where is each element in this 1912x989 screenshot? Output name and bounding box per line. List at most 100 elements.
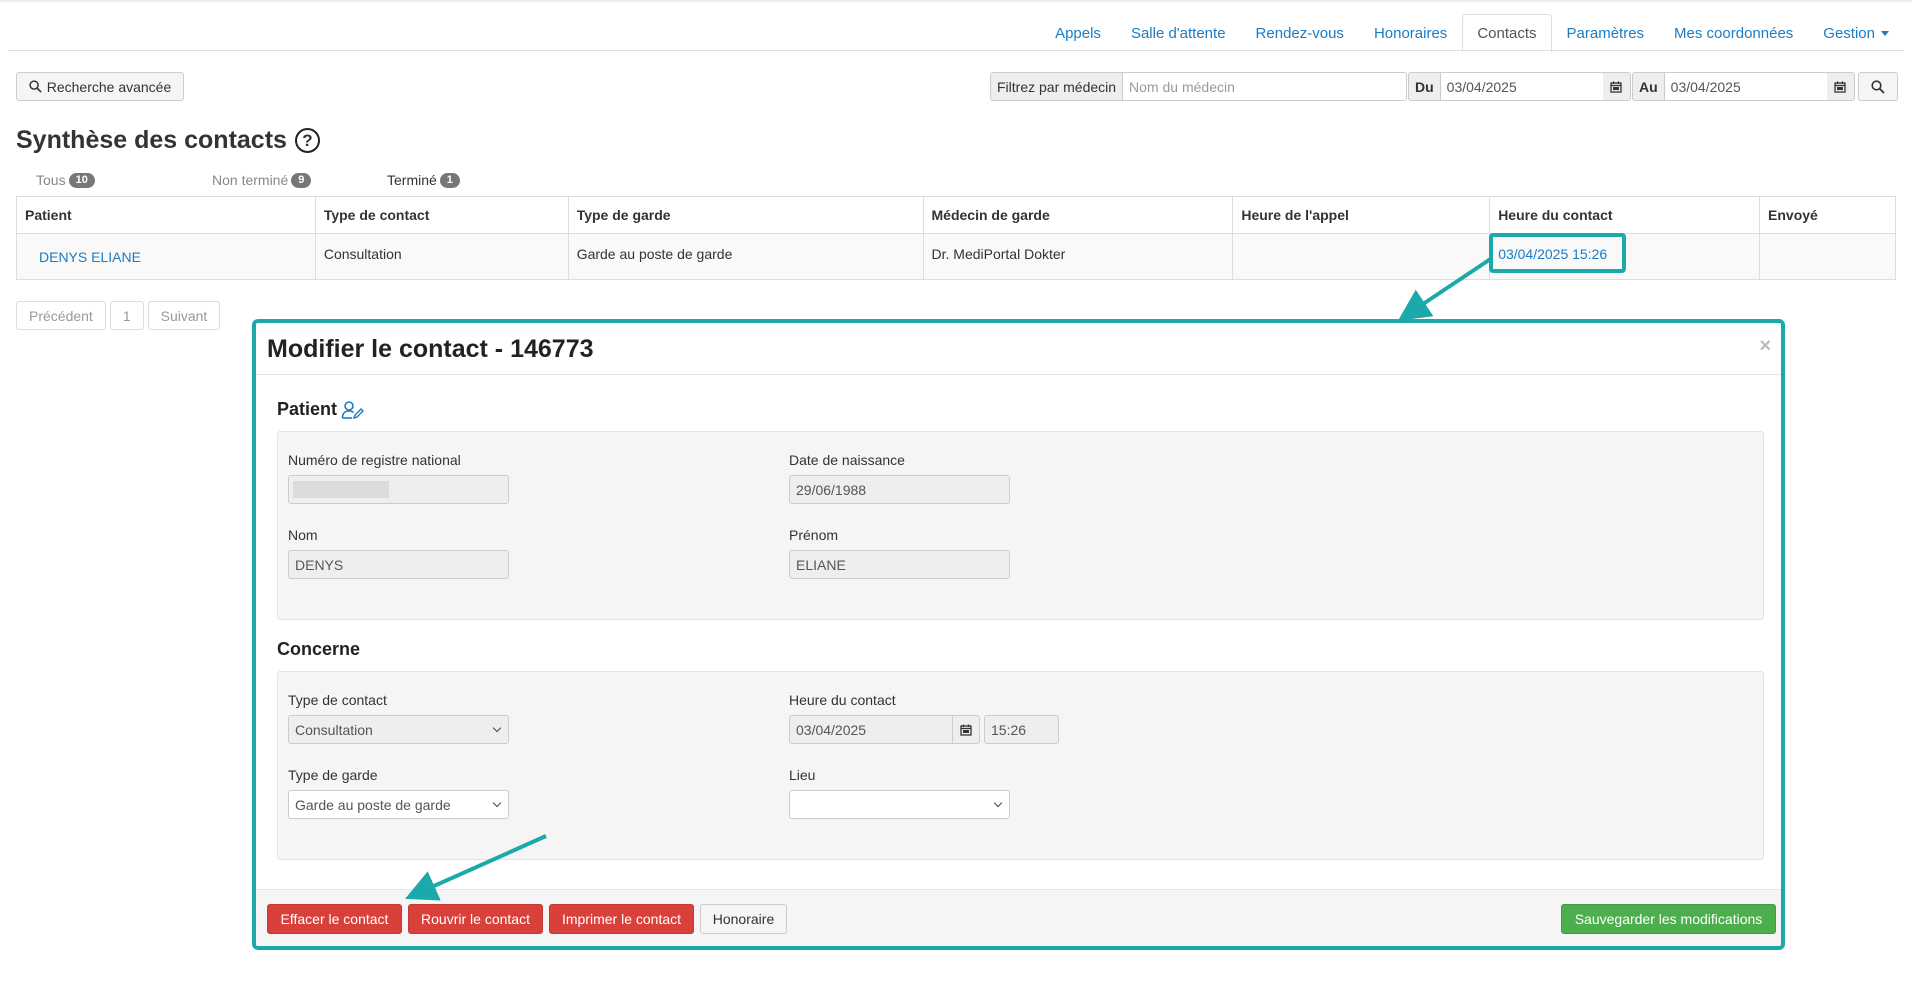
- column-header[interactable]: Heure de l'appel: [1232, 196, 1491, 234]
- page-title-text: Synthèse des contacts: [16, 126, 287, 154]
- count-badge: 9: [291, 172, 312, 188]
- cell-type-garde: Garde au poste de garde: [567, 233, 924, 280]
- concerne-section-title: Concerne: [277, 639, 360, 660]
- save-changes-button[interactable]: Sauvegarder les modifications: [1561, 904, 1776, 934]
- calendar-icon[interactable]: [952, 715, 980, 744]
- doctor-filter-label: Filtrez par médecin: [990, 72, 1123, 101]
- date-from-group: Du 03/04/2025: [1408, 72, 1631, 101]
- search-button[interactable]: [1858, 72, 1898, 101]
- chevron-down-icon: [492, 798, 502, 807]
- nav-divider: [8, 50, 1904, 51]
- reopen-contact-button[interactable]: Rouvrir le contact: [408, 904, 543, 934]
- main-nav: Appels Salle d'attente Rendez-vous Honor…: [1040, 14, 1904, 52]
- calendar-icon[interactable]: [1826, 72, 1855, 101]
- cell-type-contact: Consultation: [314, 233, 569, 280]
- nrn-field[interactable]: [288, 475, 509, 504]
- nom-label: Nom: [288, 527, 318, 543]
- type-contact-select[interactable]: Consultation: [288, 715, 509, 744]
- prenom-label: Prénom: [789, 527, 839, 543]
- date-from-label: Du: [1408, 72, 1440, 101]
- lieu-label: Lieu: [789, 767, 816, 783]
- caret-down-icon: [1881, 30, 1889, 36]
- contact-time-link[interactable]: 03/04/2025 15:26: [1489, 233, 1761, 280]
- nrn-label: Numéro de registre national: [288, 452, 461, 468]
- nav-mes-coordonnees[interactable]: Mes coordonnées: [1659, 14, 1808, 51]
- prev-page-button[interactable]: Précédent: [16, 301, 106, 330]
- column-header[interactable]: Patient: [16, 196, 316, 234]
- patient-link[interactable]: DENYS ELIANE: [16, 233, 316, 280]
- redacted-value: [293, 481, 389, 498]
- count-badge: 10: [68, 172, 95, 188]
- nav-honoraires[interactable]: Honoraires: [1359, 14, 1462, 51]
- type-garde-select[interactable]: Garde au poste de garde: [288, 790, 509, 819]
- type-contact-label: Type de contact: [288, 692, 387, 708]
- tab-non-termine-label: Non terminé: [212, 172, 289, 188]
- close-icon[interactable]: ×: [1759, 335, 1771, 358]
- lieu-select[interactable]: [789, 790, 1010, 819]
- cell-heure-appel: [1232, 233, 1491, 280]
- nom-field[interactable]: DENYS: [288, 550, 509, 579]
- column-header[interactable]: Type de contact: [314, 196, 569, 234]
- column-header[interactable]: Heure du contact: [1489, 196, 1761, 234]
- doctor-name-input[interactable]: Nom du médecin: [1122, 72, 1408, 101]
- column-header[interactable]: Type de garde: [567, 196, 924, 234]
- delete-contact-button[interactable]: Effacer le contact: [267, 904, 402, 934]
- date-to-label: Au: [1632, 72, 1664, 101]
- modal-footer: Effacer le contact Rouvrir le contact Im…: [256, 889, 1781, 946]
- chevron-down-icon: [993, 798, 1003, 807]
- nav-salle-attente[interactable]: Salle d'attente: [1116, 14, 1241, 51]
- patient-section-label: Patient: [277, 399, 338, 419]
- prenom-field[interactable]: ELIANE: [789, 550, 1010, 579]
- tab-termine[interactable]: Terminé 1: [387, 172, 460, 188]
- contacts-table: Patient Type de contact Type de garde Mé…: [16, 196, 1896, 280]
- type-garde-value: Garde au poste de garde: [295, 796, 451, 813]
- column-header[interactable]: Médecin de garde: [922, 196, 1234, 234]
- tab-non-termine[interactable]: Non terminé 9: [212, 172, 312, 188]
- search-icon: [29, 80, 42, 93]
- count-badge: 1: [439, 172, 460, 188]
- modal-title: Modifier le contact - 146773: [267, 335, 594, 363]
- modal-header: Modifier le contact - 146773 ×: [256, 323, 1781, 375]
- concerne-well: Type de contact Consultation Heure du co…: [277, 671, 1764, 860]
- doctor-filter-group: Filtrez par médecin Nom du médecin: [990, 72, 1408, 101]
- contact-time-field[interactable]: 15:26: [984, 715, 1059, 744]
- cell-envoye: [1759, 233, 1896, 280]
- search-icon: [1871, 79, 1885, 94]
- pagination: Précédent 1 Suivant: [16, 301, 221, 330]
- nav-gestion-label: Gestion: [1823, 24, 1875, 42]
- table-header-row: Patient Type de contact Type de garde Mé…: [16, 196, 1896, 234]
- dob-label: Date de naissance: [789, 452, 905, 468]
- nav-gestion-dropdown[interactable]: Gestion: [1808, 14, 1904, 51]
- column-header[interactable]: Envoyé: [1759, 196, 1896, 234]
- nav-parametres[interactable]: Paramètres: [1552, 14, 1660, 51]
- patient-well: Numéro de registre national Date de nais…: [277, 431, 1764, 620]
- calendar-icon[interactable]: [1602, 72, 1631, 101]
- type-garde-label: Type de garde: [288, 767, 378, 783]
- next-page-button[interactable]: Suivant: [147, 301, 221, 330]
- type-contact-value: Consultation: [295, 721, 373, 738]
- date-to-group: Au 03/04/2025: [1632, 72, 1855, 101]
- advanced-search-label: Recherche avancée: [46, 78, 172, 95]
- cell-medecin: Dr. MediPortal Dokter: [922, 233, 1234, 280]
- print-contact-button[interactable]: Imprimer le contact: [549, 904, 694, 934]
- dob-field[interactable]: 29/06/1988: [789, 475, 1010, 504]
- top-border: [0, 0, 1912, 2]
- tab-tous[interactable]: Tous 10: [36, 172, 95, 188]
- contact-date-field[interactable]: 03/04/2025: [789, 715, 953, 744]
- advanced-search-button[interactable]: Recherche avancée: [16, 72, 184, 101]
- fee-button[interactable]: Honoraire: [700, 904, 787, 934]
- user-edit-icon[interactable]: [341, 400, 365, 420]
- nav-rendez-vous[interactable]: Rendez-vous: [1241, 14, 1359, 51]
- nav-contacts[interactable]: Contacts: [1462, 14, 1552, 52]
- page-title: Synthèse des contacts ?: [16, 126, 320, 155]
- nav-appels[interactable]: Appels: [1040, 14, 1116, 51]
- table-row[interactable]: DENYS ELIANE Consultation Garde au poste…: [16, 233, 1896, 280]
- chevron-down-icon: [492, 723, 502, 732]
- concerne-section-label: Concerne: [277, 639, 361, 659]
- help-icon[interactable]: ?: [294, 128, 320, 153]
- date-from-input[interactable]: 03/04/2025: [1439, 72, 1603, 101]
- date-to-input[interactable]: 03/04/2025: [1663, 72, 1827, 101]
- heure-contact-label: Heure du contact: [789, 692, 896, 708]
- edit-contact-modal: Modifier le contact - 146773 × Patient N…: [252, 319, 1785, 950]
- page-number-button[interactable]: 1: [109, 301, 144, 330]
